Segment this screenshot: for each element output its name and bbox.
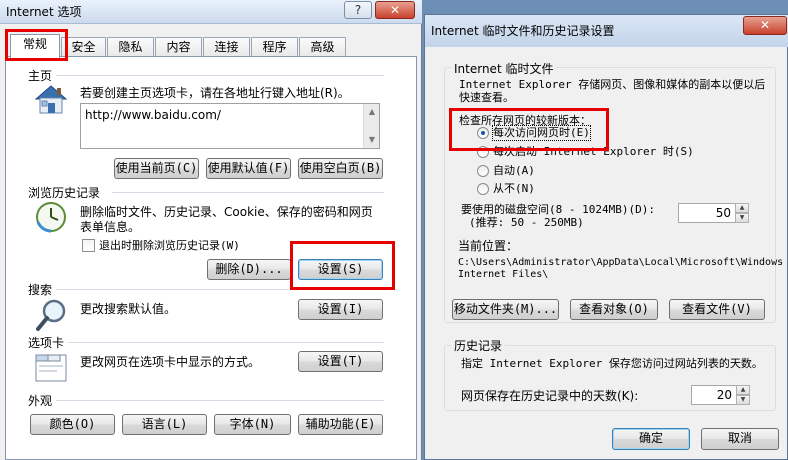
use-blank-button[interactable]: 使用空白页(B) (298, 158, 383, 179)
tab-privacy[interactable]: 隐私 (107, 37, 154, 58)
disk-space-up-icon[interactable]: ▲ (735, 203, 749, 213)
close-button[interactable]: ✕ (743, 16, 787, 35)
history-clock-icon (34, 200, 68, 234)
radio-automatically[interactable] (477, 165, 489, 177)
view-files-button[interactable]: 查看文件(V) (669, 299, 765, 320)
fonts-button[interactable]: 字体(N) (214, 414, 291, 435)
scroll-up-icon[interactable]: ▲ (364, 104, 380, 120)
internet-options-titlebar[interactable]: Internet 选项 ? ✕ (0, 0, 422, 24)
use-default-button[interactable]: 使用默认值(F) (206, 158, 291, 179)
internet-options-title: Internet 选项 (6, 5, 82, 19)
close-button[interactable]: ✕ (375, 1, 415, 19)
tab-connections[interactable]: 连接 (203, 37, 250, 58)
history-description-line2: 表单信息。 (80, 220, 141, 234)
homepage-separator (56, 75, 384, 76)
radio-never-label[interactable]: 从不(N) (493, 182, 535, 196)
history-days-description: 指定 Internet Explorer 保存您访问过网站列表的天数。 (461, 357, 763, 370)
temp-files-group-title: Internet 临时文件 (451, 60, 557, 77)
tabs-settings-button[interactable]: 设置(T) (298, 351, 383, 372)
ok-button[interactable]: 确定 (612, 428, 690, 450)
check-versions-highlight (449, 108, 609, 151)
disk-space-down-icon[interactable]: ▼ (735, 213, 749, 223)
history-days-label: 网页保存在历史记录中的天数(K): (461, 389, 639, 403)
history-days-input[interactable]: 20 (691, 385, 737, 405)
tab-general-highlight (5, 29, 68, 61)
help-button[interactable]: ? (344, 1, 372, 19)
history-settings-highlight (290, 241, 395, 290)
search-description: 更改搜索默认值。 (80, 302, 177, 316)
cancel-button[interactable]: 取消 (701, 428, 779, 450)
radio-never[interactable] (477, 183, 489, 195)
radio-automatically-label[interactable]: 自动(A) (493, 164, 535, 178)
delete-on-exit-label[interactable]: 退出时删除浏览历史记录(W) (99, 238, 240, 254)
homepage-section-label: 主页 (28, 69, 53, 83)
disk-space-label: 要使用的磁盘空间(8 - 1024MB)(D): (461, 203, 655, 216)
current-location-label: 当前位置： (458, 239, 519, 253)
history-days-up-icon[interactable]: ▲ (736, 385, 750, 395)
disk-space-recommend: (推荐: 50 - 250MB) (469, 216, 584, 229)
homepage-description: 若要创建主页选项卡，请在各地址行键入地址(R)。 (80, 86, 350, 100)
temp-files-title: Internet 临时文件和历史记录设置 (431, 24, 615, 38)
tab-advanced[interactable]: 高级 (299, 37, 346, 58)
use-current-button[interactable]: 使用当前页(C) (114, 158, 199, 179)
history-description-line1: 删除临时文件、历史记录、Cookie、保存的密码和网页 (80, 205, 373, 219)
homepage-url-textarea[interactable]: http://www.baidu.com/ (80, 103, 380, 149)
search-section-label: 搜索 (28, 283, 53, 297)
tabbed-window-icon (34, 353, 68, 383)
homepage-url-value: http://www.baidu.com/ (85, 108, 221, 122)
delete-on-exit-checkbox[interactable] (82, 239, 95, 252)
temp-files-settings-dialog: Internet 临时文件和历史记录设置 ✕ Internet 临时文件 Int… (424, 14, 788, 460)
colors-button[interactable]: 颜色(O) (30, 414, 115, 435)
appearance-section-label: 外观 (28, 394, 53, 408)
magnifier-icon (36, 298, 68, 332)
tab-content[interactable]: 内容 (155, 37, 202, 58)
tabs-section-label: 选项卡 (28, 336, 65, 350)
temp-files-description-line1: Internet Explorer 存储网页、图像和媒体的副本以便以后 (459, 78, 766, 91)
disk-space-input[interactable]: 50 (678, 203, 736, 223)
view-objects-button[interactable]: 查看对象(O) (570, 299, 658, 320)
history-section-label: 浏览历史记录 (28, 186, 101, 200)
tab-programs[interactable]: 程序 (251, 37, 298, 58)
delete-history-button[interactable]: 删除(D)... (207, 259, 291, 280)
appearance-separator (56, 400, 384, 401)
temp-files-titlebar[interactable]: Internet 临时文件和历史记录设置 ✕ (425, 15, 788, 47)
accessibility-button[interactable]: 辅助功能(E) (298, 414, 383, 435)
history-days-group-title: 历史记录 (451, 337, 506, 354)
search-separator (56, 289, 288, 290)
history-separator (112, 192, 384, 193)
tabs-description: 更改网页在选项卡中显示的方式。 (80, 355, 261, 369)
homepage-scrollbar[interactable]: ▲ ▼ (363, 104, 379, 148)
current-location-path-line2: Internet Files\ (458, 269, 549, 280)
move-folder-button[interactable]: 移动文件夹(M)... (452, 299, 559, 320)
tabs-separator (68, 342, 384, 343)
temp-files-description-line2: 快速查看。 (459, 91, 514, 104)
internet-options-dialog: Internet 选项 ? ✕ 常规 安全 隐私 内容 连接 程序 高级 主页 … (0, 0, 422, 460)
search-settings-button[interactable]: 设置(I) (298, 299, 383, 320)
house-icon (34, 84, 68, 116)
scroll-down-icon[interactable]: ▼ (364, 132, 380, 148)
history-days-down-icon[interactable]: ▼ (736, 395, 750, 405)
languages-button[interactable]: 语言(L) (122, 414, 207, 435)
